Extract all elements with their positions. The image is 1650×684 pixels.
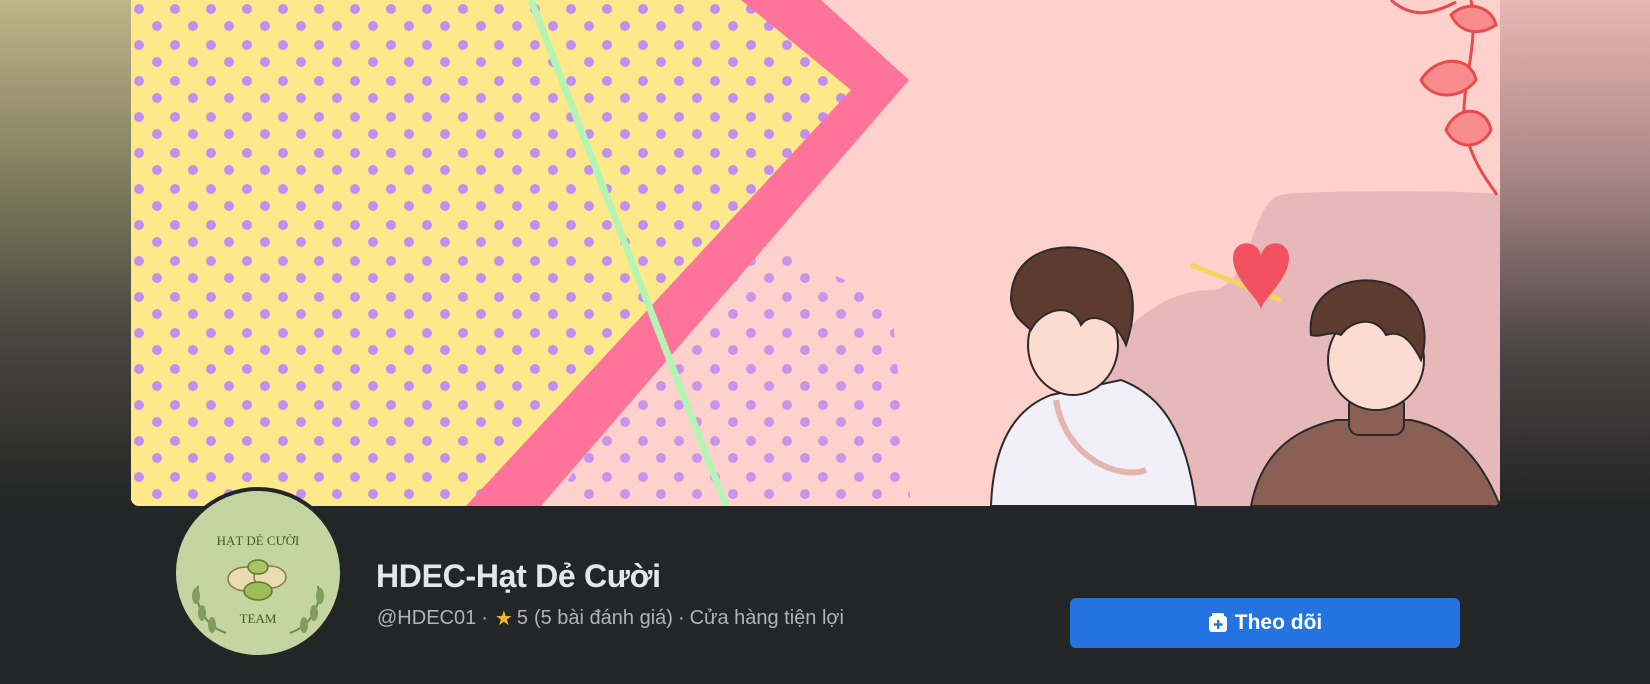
page-meta: @HDEC01 · ★ 5 (5 bài đánh giá) · Cửa hàn… bbox=[377, 606, 844, 631]
star-icon: ★ bbox=[494, 608, 513, 630]
follow-button-label: Theo dõi bbox=[1234, 611, 1323, 634]
avatar-top-text: HẠT DẺ CƯỜI bbox=[216, 533, 300, 548]
backdrop-right bbox=[1500, 0, 1650, 505]
avatar[interactable]: HẠT DẺ CƯỜI TEAM bbox=[176, 491, 340, 655]
follow-button[interactable]: Theo dõi bbox=[1070, 598, 1460, 648]
meta-separator: · bbox=[481, 607, 488, 629]
follow-plus-icon bbox=[1208, 613, 1228, 633]
avatar-ring: HẠT DẺ CƯỜI TEAM bbox=[172, 487, 344, 659]
page-category[interactable]: Cửa hàng tiện lợi bbox=[690, 607, 844, 630]
rating-value[interactable]: 5 bbox=[517, 607, 528, 630]
page-handle[interactable]: @HDEC01 bbox=[377, 607, 476, 630]
avatar-bottom-text: TEAM bbox=[239, 611, 277, 626]
page-title: HDEC-Hạt Dẻ Cười bbox=[376, 558, 661, 594]
meta-separator: · bbox=[677, 607, 685, 629]
review-count[interactable]: (5 bài đánh giá) bbox=[534, 607, 673, 630]
cover-photo[interactable] bbox=[131, 0, 1500, 506]
